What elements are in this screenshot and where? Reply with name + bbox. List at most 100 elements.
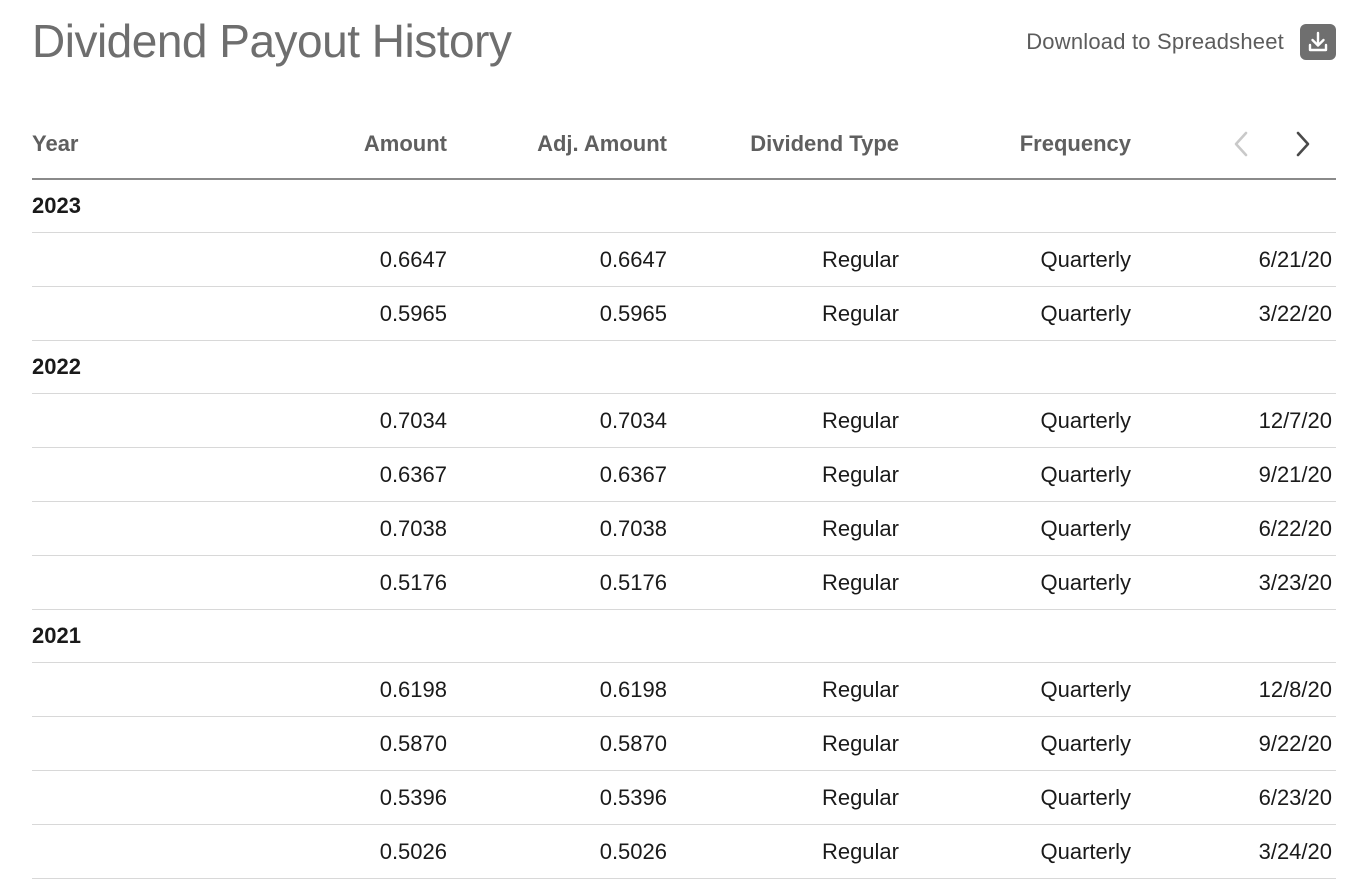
table-row: 0.6647 0.6647 Regular Quarterly 6/21/20 (32, 232, 1336, 287)
column-nav-buttons (1131, 127, 1336, 161)
column-header-frequency[interactable]: Frequency (899, 110, 1131, 180)
adj-amount-cell: 0.6198 (447, 662, 667, 717)
ex-date-cell: 3/23/20 (1131, 555, 1336, 610)
dividend-type-cell: Regular (667, 770, 899, 825)
table-row: 0.5026 0.5026 Regular Quarterly 3/24/20 (32, 824, 1336, 879)
table-row: 0.5176 0.5176 Regular Quarterly 3/23/20 (32, 555, 1336, 610)
ex-date-value: 6/21/20 (1258, 246, 1332, 272)
ex-date-cell: 3/22/20 (1131, 286, 1336, 341)
year-group-label: 2021 (32, 609, 1336, 663)
table-row: 0.7038 0.7038 Regular Quarterly 6/22/20 (32, 501, 1336, 556)
frequency-cell: Quarterly (899, 555, 1131, 610)
ex-date-value: 6/23/20 (1258, 784, 1332, 810)
ex-date-cell: 3/24/20 (1131, 824, 1336, 879)
year-group-label: 2022 (32, 340, 1336, 394)
dividend-table: Year Amount Adj. Amount Dividend Type Fr… (32, 110, 1336, 879)
dividend-type-cell: Regular (667, 501, 899, 556)
adj-amount-cell: 0.6647 (447, 232, 667, 287)
amount-cell: 0.5396 (267, 770, 447, 825)
chevron-left-icon[interactable] (1227, 127, 1255, 161)
download-label: Download to Spreadsheet (1026, 29, 1284, 54)
dividend-type-cell: Regular (667, 824, 899, 879)
year-group-row: 2023 (32, 179, 1336, 233)
column-header-year[interactable]: Year (32, 110, 267, 180)
ex-date-cell: 6/22/20 (1131, 501, 1336, 556)
amount-cell: 0.5965 (267, 286, 447, 341)
year-cell-empty (32, 824, 267, 879)
column-header-dividend-type[interactable]: Dividend Type (667, 110, 899, 180)
ex-date-cell: 12/7/20 (1131, 393, 1336, 448)
dividend-table-container: Year Amount Adj. Amount Dividend Type Fr… (32, 110, 1336, 879)
dividend-type-cell: Regular (667, 286, 899, 341)
year-cell-empty (32, 286, 267, 341)
amount-cell: 0.5176 (267, 555, 447, 610)
year-group-label: 2023 (32, 179, 1336, 233)
ex-date-value: 12/7/20 (1258, 407, 1332, 433)
year-cell-empty (32, 662, 267, 717)
year-cell-empty (32, 770, 267, 825)
table-row: 0.6198 0.6198 Regular Quarterly 12/8/20 (32, 662, 1336, 717)
year-cell-empty (32, 232, 267, 287)
adj-amount-cell: 0.5176 (447, 555, 667, 610)
column-header-adj-amount[interactable]: Adj. Amount (447, 110, 667, 180)
adj-amount-cell: 0.7038 (447, 501, 667, 556)
adj-amount-cell: 0.5396 (447, 770, 667, 825)
download-spreadsheet-link[interactable]: Download to Spreadsheet (1026, 24, 1336, 60)
amount-cell: 0.5026 (267, 824, 447, 879)
year-cell-empty (32, 555, 267, 610)
dividend-type-cell: Regular (667, 716, 899, 771)
ex-date-value: 9/21/20 (1258, 461, 1332, 487)
download-icon[interactable] (1300, 24, 1336, 60)
ex-date-value: 3/23/20 (1258, 569, 1332, 595)
amount-cell: 0.7038 (267, 501, 447, 556)
column-header-amount[interactable]: Amount (267, 110, 447, 180)
frequency-cell: Quarterly (899, 232, 1131, 287)
adj-amount-cell: 0.7034 (447, 393, 667, 448)
table-row: 0.6367 0.6367 Regular Quarterly 9/21/20 (32, 447, 1336, 502)
adj-amount-cell: 0.5870 (447, 716, 667, 771)
ex-date-value: 6/22/20 (1258, 515, 1332, 541)
year-group-row: 2022 (32, 340, 1336, 394)
frequency-cell: Quarterly (899, 286, 1131, 341)
year-group-row: 2021 (32, 609, 1336, 663)
amount-cell: 0.6367 (267, 447, 447, 502)
amount-cell: 0.6647 (267, 232, 447, 287)
table-row: 0.5965 0.5965 Regular Quarterly 3/22/20 (32, 286, 1336, 341)
dividend-type-cell: Regular (667, 232, 899, 287)
ex-date-cell: 12/8/20 (1131, 662, 1336, 717)
adj-amount-cell: 0.5965 (447, 286, 667, 341)
ex-date-value: 3/24/20 (1258, 838, 1332, 864)
table-row: 0.7034 0.7034 Regular Quarterly 12/7/20 (32, 393, 1336, 448)
frequency-cell: Quarterly (899, 393, 1131, 448)
table-row: 0.5870 0.5870 Regular Quarterly 9/22/20 (32, 716, 1336, 771)
ex-date-cell: 9/22/20 (1131, 716, 1336, 771)
amount-cell: 0.7034 (267, 393, 447, 448)
ex-date-value: 9/22/20 (1258, 730, 1332, 756)
ex-date-cell: 6/21/20 (1131, 232, 1336, 287)
dividend-type-cell: Regular (667, 555, 899, 610)
page-title: Dividend Payout History (32, 15, 512, 67)
frequency-cell: Quarterly (899, 447, 1131, 502)
dividend-type-cell: Regular (667, 393, 899, 448)
frequency-cell: Quarterly (899, 770, 1131, 825)
column-nav (1131, 110, 1336, 180)
amount-cell: 0.6198 (267, 662, 447, 717)
chevron-right-icon[interactable] (1289, 127, 1317, 161)
frequency-cell: Quarterly (899, 662, 1131, 717)
year-cell-empty (32, 393, 267, 448)
year-cell-empty (32, 716, 267, 771)
year-cell-empty (32, 501, 267, 556)
amount-cell: 0.5870 (267, 716, 447, 771)
ex-date-value: 12/8/20 (1258, 676, 1332, 702)
ex-date-value: 3/22/20 (1258, 300, 1332, 326)
adj-amount-cell: 0.6367 (447, 447, 667, 502)
dividend-type-cell: Regular (667, 447, 899, 502)
year-cell-empty (32, 447, 267, 502)
frequency-cell: Quarterly (899, 716, 1131, 771)
table-row: 0.5396 0.5396 Regular Quarterly 6/23/20 (32, 770, 1336, 825)
ex-date-cell: 6/23/20 (1131, 770, 1336, 825)
ex-date-cell: 9/21/20 (1131, 447, 1336, 502)
adj-amount-cell: 0.5026 (447, 824, 667, 879)
dividend-type-cell: Regular (667, 662, 899, 717)
table-header-row: Year Amount Adj. Amount Dividend Type Fr… (32, 110, 1336, 180)
